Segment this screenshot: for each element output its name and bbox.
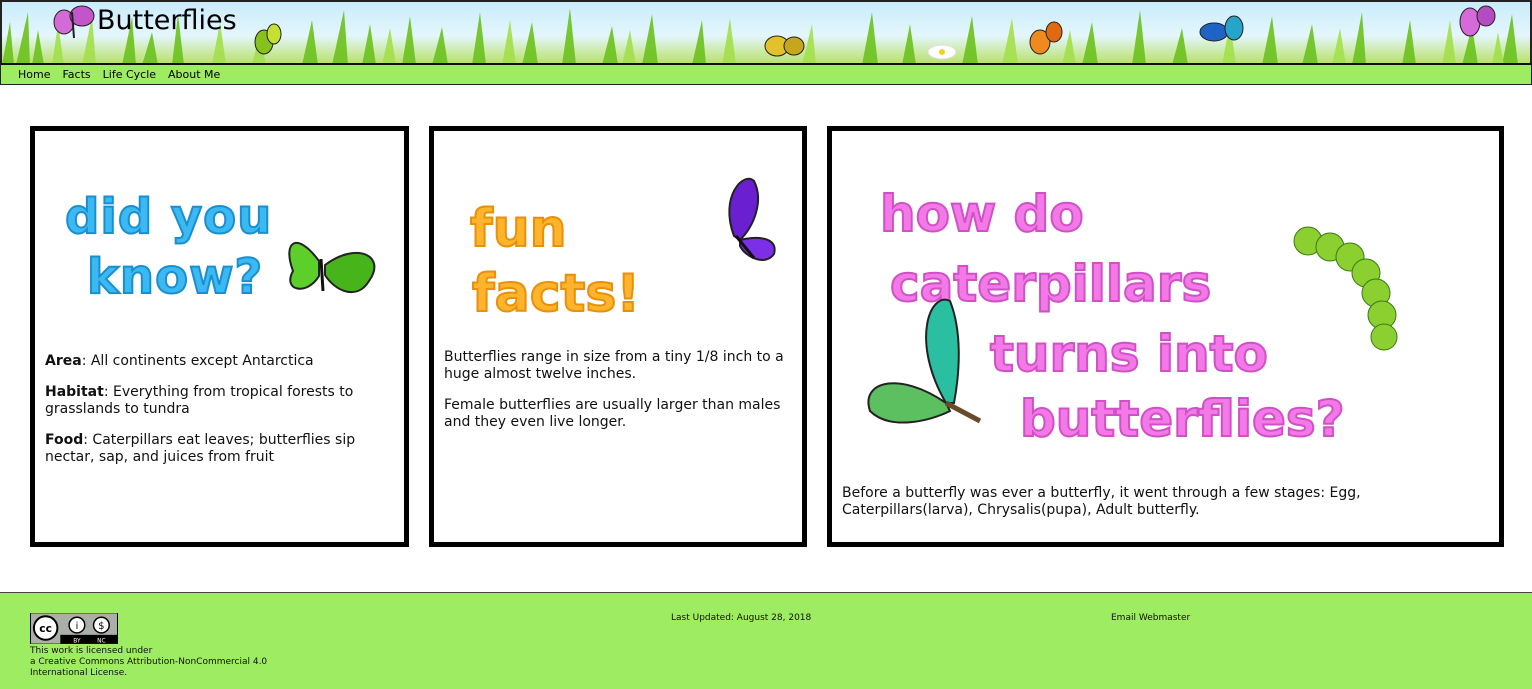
license-text: This work is licensed under a Creative C… <box>30 646 270 679</box>
svg-text:$: $ <box>98 621 104 632</box>
last-updated: Last Updated: August 28, 2018 <box>671 613 812 623</box>
caterpillar-icon <box>1293 226 1398 351</box>
svg-text:turns into: turns into <box>990 325 1268 383</box>
nav-life-cycle[interactable]: Life Cycle <box>103 68 156 81</box>
svg-text:i: i <box>76 621 79 632</box>
green-butterfly-icon <box>288 241 376 293</box>
main-nav: Home Facts Life Cycle About Me <box>0 63 1532 85</box>
habitat-fact: Habitat: Everything from tropical forest… <box>45 384 354 417</box>
email-webmaster-link[interactable]: Email Webmaster <box>1111 613 1190 623</box>
how-do-caterpillars-card: how do caterpillars turns into butterfli… <box>827 126 1504 547</box>
svg-text:how do: how do <box>880 185 1084 243</box>
fun-fact-size: Butterflies range in size from a tiny 1/… <box>444 349 784 382</box>
cc-by-nc-icon: cc i $ BY NC <box>31 613 117 644</box>
did-you-know-text: Area: All continents except Antarctica H… <box>45 353 385 480</box>
life-stages-text: Before a butterfly was ever a butterfly,… <box>842 485 1361 518</box>
svg-text:butterflies?: butterflies? <box>1020 390 1345 448</box>
svg-text:fun: fun <box>470 199 567 259</box>
food-fact: Food: Caterpillars eat leaves; butterfli… <box>45 432 356 465</box>
license-link[interactable]: a Creative Commons Attribution-NonCommer… <box>30 657 270 679</box>
teal-butterfly-icon <box>867 298 982 424</box>
how-do-caterpillars-heading-image: how do caterpillars turns into butterfli… <box>867 184 1398 449</box>
did-you-know-card: did you know? Area: All continents excep… <box>30 126 409 547</box>
nav-home[interactable]: Home <box>18 68 50 81</box>
fun-facts-heading-image: fun facts! <box>469 178 776 325</box>
page-footer: cc i $ BY NC This work is licensed under… <box>0 592 1532 689</box>
svg-text:know?: know? <box>87 249 263 305</box>
how-do-caterpillars-text: Before a butterfly was ever a butterfly,… <box>842 485 1482 533</box>
did-you-know-heading-image: did you know? <box>64 188 376 306</box>
nav-facts[interactable]: Facts <box>62 68 90 81</box>
fun-facts-text: Butterflies range in size from a tiny 1/… <box>444 349 804 445</box>
svg-text:NC: NC <box>97 639 105 644</box>
svg-text:cc: cc <box>39 622 52 635</box>
fun-facts-card: fun facts! Butterflies range in size fro… <box>429 126 807 547</box>
fun-fact-female: Female butterflies are usually larger th… <box>444 397 781 430</box>
site-title: Butterflies <box>97 5 237 36</box>
svg-text:did you: did you <box>65 189 272 245</box>
area-fact: Area: All continents except Antarctica <box>45 353 314 369</box>
svg-text:facts!: facts! <box>472 264 640 324</box>
creative-commons-badge[interactable]: cc i $ BY NC <box>30 613 118 644</box>
butterfly-icon <box>53 5 95 39</box>
svg-text:BY: BY <box>73 639 81 644</box>
purple-butterfly-icon <box>728 178 776 261</box>
nav-about-me[interactable]: About Me <box>168 68 220 81</box>
header-banner: Butterflies <box>0 0 1532 63</box>
